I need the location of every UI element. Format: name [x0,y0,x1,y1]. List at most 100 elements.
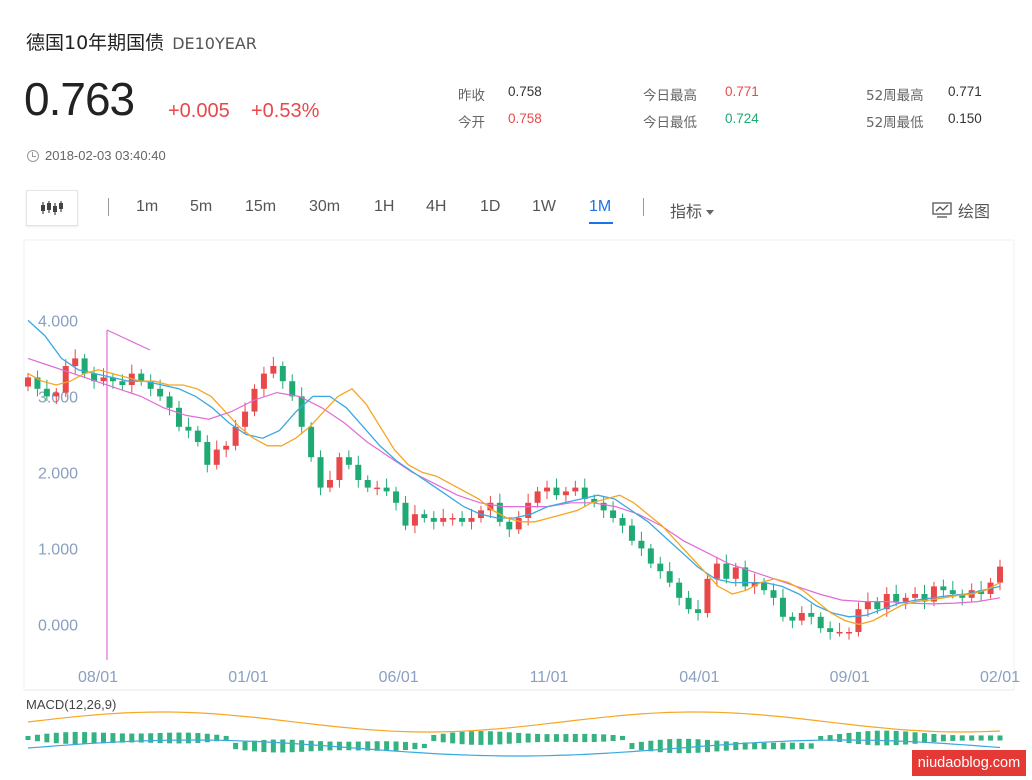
macd-bar [808,743,814,749]
macd-bar [553,734,559,742]
candle-body [997,566,1003,583]
macd-bar [582,733,588,743]
x-tick-label: 02/01 [980,669,1020,686]
candle-body [157,388,164,397]
candle-body [100,377,107,382]
macd-bar [959,735,965,741]
candle-body [619,518,626,526]
macd-bar [195,733,201,743]
x-tick-label: 06/01 [379,669,419,686]
candle-body [213,449,220,465]
candle-body [893,594,900,602]
macd-bar [233,742,239,750]
macd-bar [950,735,956,741]
candle-body [695,609,702,613]
macd-bar [185,732,191,744]
crosshair-joint [106,329,151,351]
macd-bar [884,730,890,746]
macd-bar [450,732,456,744]
macd-bar [771,742,777,750]
candle-body [72,358,79,366]
candle-body [534,491,541,503]
macd-bar [535,733,541,743]
macd-bar [393,741,399,751]
macd-bar [100,732,106,744]
candle-body [544,487,551,492]
macd-bar [978,735,984,741]
candle-body [430,518,437,522]
macd-bar [355,741,361,751]
candle-body [449,518,456,520]
candle-body [364,480,371,488]
macd-bar [893,730,899,746]
macd-bar [969,735,975,741]
macd-bar [176,732,182,744]
candle-body [345,457,352,465]
candle-body [459,518,466,522]
macd-bar [204,733,210,743]
macd-bar [865,731,871,745]
macd-bar [780,742,786,750]
macd-bar [91,732,97,744]
macd-bar [629,743,635,749]
ma-line-blue [27,319,1001,618]
candle-body [308,426,315,458]
candle-body [846,632,853,634]
x-tick-label: 04/01 [679,669,719,686]
macd-bar [167,732,173,744]
candle-body [440,518,447,522]
candle-body [43,388,50,397]
candle-body [553,487,560,496]
candle-body [685,597,692,610]
candle-body [138,373,145,382]
candle-body [704,578,711,613]
macd-bar [82,732,88,744]
candle-body [336,457,343,480]
macd-bar [686,738,692,754]
macd-bar [922,733,928,743]
candle-body [411,514,418,526]
macd-bar [478,731,484,745]
macd-bar [63,732,69,744]
price-chart[interactable]: 4.0003.0002.0001.0000.000 08/01 01/01 06/0… [0,0,1032,780]
macd-bar [723,741,729,751]
candle-body [402,502,409,526]
macd-bar [610,735,616,741]
candle-body [506,521,513,530]
macd-bar [818,735,824,741]
candle-body [676,582,683,598]
macd-bar [384,741,390,751]
macd-bar [270,739,276,753]
candle-body [468,518,475,522]
macd-bar [431,734,437,742]
macd-bar [346,741,352,751]
candle-body [289,381,296,397]
candle-body [770,590,777,598]
macd-bar [157,732,163,744]
candle-body [317,457,324,488]
macd-bar [440,733,446,743]
macd-bar [563,734,569,742]
macd-bar [72,731,78,745]
candle-body [279,366,286,382]
candle-body [355,464,362,480]
candle-body [761,582,768,591]
macd-bar [506,732,512,744]
macd-bar [657,739,663,753]
candle-body [874,601,881,610]
macd-bar [34,734,40,742]
macd-dea-line [27,739,1001,757]
macd-bar [572,733,578,743]
candle-body [638,540,645,549]
macd-bar [412,742,418,750]
candle-body [628,525,635,541]
candle-body [204,442,211,465]
macd-bar [874,730,880,746]
macd-bar [308,740,314,752]
candle-body [232,426,239,446]
candle-body [827,628,834,632]
macd-bar [469,731,475,745]
macd-bar [620,735,626,741]
macd-bar [487,731,493,745]
candle-body [383,487,390,492]
